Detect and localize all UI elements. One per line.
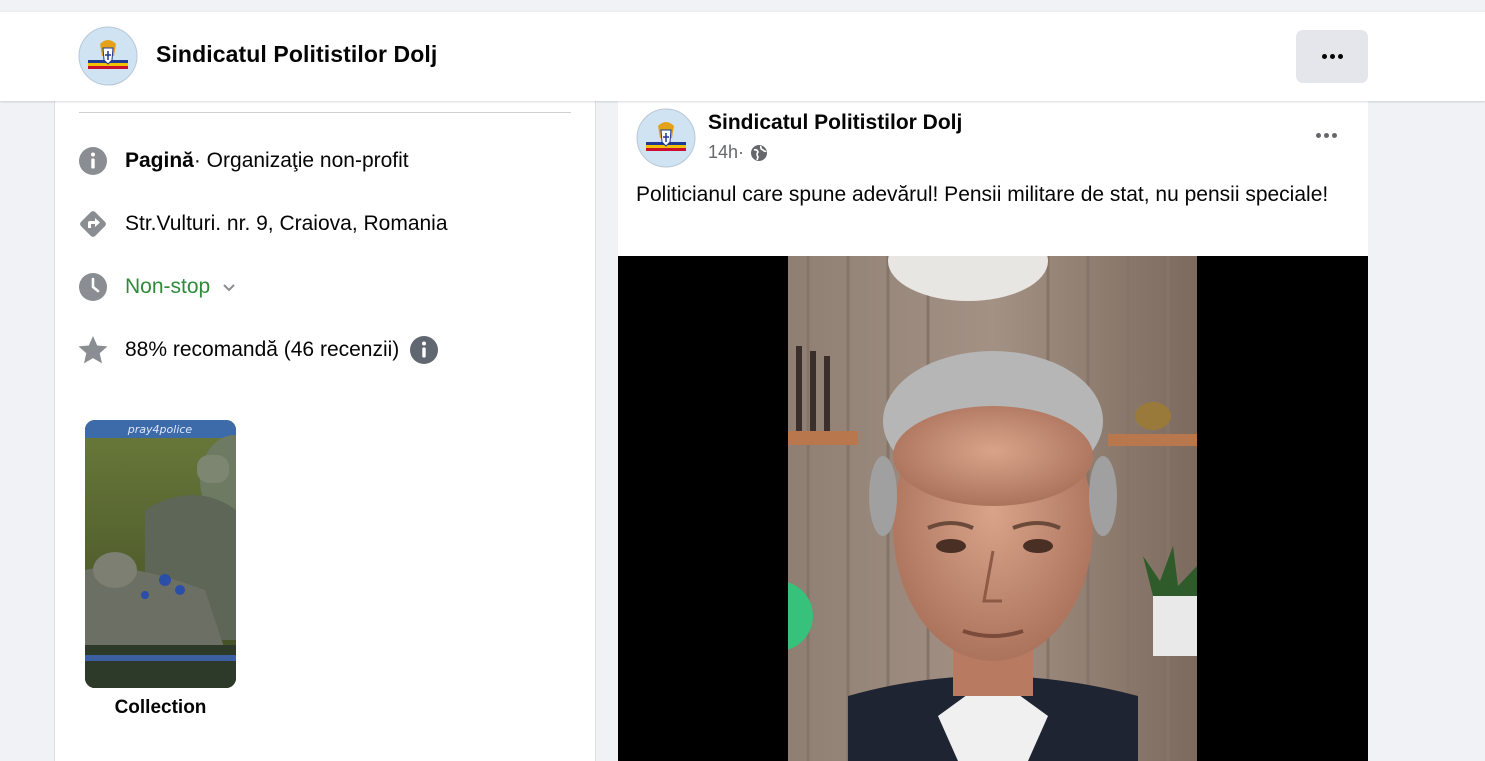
page-logo-avatar[interactable] <box>78 26 138 86</box>
more-horizontal-icon <box>1321 54 1343 59</box>
more-horizontal-icon <box>1315 132 1337 138</box>
post-text: Politicianul care spune adevărul! Pensii… <box>636 183 1329 206</box>
category-label: Pagină <box>125 149 194 172</box>
globe-icon[interactable] <box>750 144 768 162</box>
intro-address-row[interactable]: Str.Vulturi. nr. 9, Craiova, Romania <box>77 208 448 240</box>
chevron-down-icon[interactable] <box>222 275 236 299</box>
post-meta: 14h · <box>708 142 768 163</box>
video-frame[interactable] <box>788 256 1197 761</box>
divider <box>79 112 571 113</box>
post-video[interactable] <box>618 256 1368 761</box>
collection-label[interactable]: Collection <box>85 697 236 719</box>
meta-separator: · <box>738 142 745 162</box>
hours-text[interactable]: Non-stop <box>125 275 210 299</box>
intro-category-row: Pagină · Organizaţie non-profit <box>77 145 409 177</box>
post-more-button[interactable] <box>1308 123 1344 147</box>
rating-info-icon[interactable] <box>409 335 439 365</box>
post-author-avatar[interactable] <box>636 108 696 168</box>
page-header: Sindicatul Politistilor Dolj <box>0 12 1485 101</box>
star-icon <box>77 334 109 366</box>
category-value: · Organizaţie non-profit <box>193 149 409 172</box>
page-title[interactable]: Sindicatul Politistilor Dolj <box>156 41 437 68</box>
intro-card: Pagină · Organizaţie non-profit Str.Vult… <box>54 101 596 761</box>
directions-icon <box>77 208 109 240</box>
page-more-button[interactable] <box>1296 30 1368 83</box>
info-icon <box>77 145 109 177</box>
address-text[interactable]: Str.Vulturi. nr. 9, Craiova, Romania <box>125 212 448 236</box>
post-timestamp[interactable]: 14h <box>708 142 738 163</box>
collection-thumbnail[interactable]: pray4police <box>85 420 236 688</box>
intro-hours-row[interactable]: Non-stop <box>77 271 236 303</box>
post-card: Sindicatul Politistilor Dolj 14h · Polit… <box>618 101 1368 761</box>
intro-rating-row: 88% recomandă (46 recenzii) <box>77 334 439 366</box>
collection-caption: pray4police <box>127 423 193 436</box>
top-strip <box>0 0 1485 12</box>
rating-text[interactable]: 88% recomandă (46 recenzii) <box>125 338 399 362</box>
post-author-name[interactable]: Sindicatul Politistilor Dolj <box>708 111 962 135</box>
clock-icon <box>77 271 109 303</box>
